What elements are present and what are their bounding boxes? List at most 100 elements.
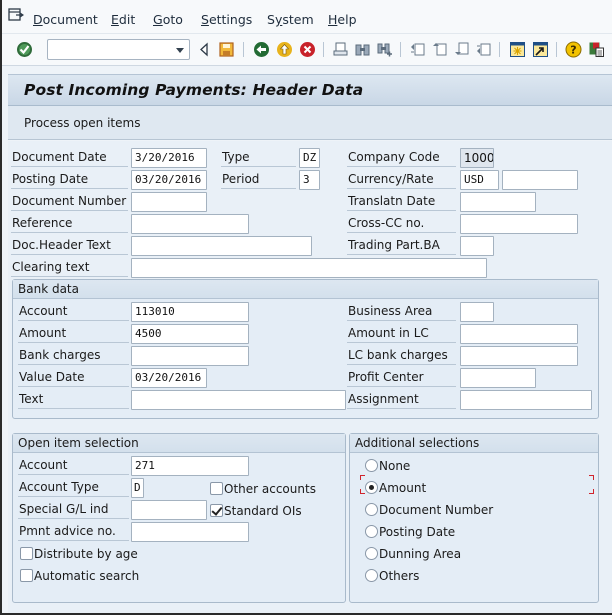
application-toolbar: Process open items	[8, 106, 612, 140]
radio-document-number[interactable]	[365, 503, 378, 516]
screen-title-bar: Post Incoming Payments: Header Data	[8, 74, 612, 106]
type-field[interactable]: DZ	[299, 148, 320, 168]
posting-date-label: Posting Date	[11, 169, 128, 189]
document-date-label: Document Date	[11, 147, 128, 167]
document-number-label: Document Number	[11, 191, 128, 211]
trading-part-ba-field[interactable]	[460, 236, 494, 256]
enter-icon[interactable]	[16, 41, 33, 58]
menu-bar: Document Edit Goto Settings System Help	[2, 0, 612, 34]
command-input[interactable]	[51, 40, 171, 59]
process-open-items-button[interactable]: Process open items	[24, 116, 140, 130]
svg-text:?: ?	[570, 44, 576, 57]
radio-amount-label: Amount	[379, 481, 427, 495]
oi-account-field[interactable]: 271	[131, 456, 249, 476]
menu-goto[interactable]: Goto	[153, 12, 183, 27]
menu-help[interactable]: Help	[328, 12, 357, 27]
distribute-by-age-checkbox[interactable]	[20, 547, 33, 560]
last-page-icon[interactable]	[475, 41, 492, 58]
amount-in-lc-label: Amount in LC	[347, 323, 456, 343]
additional-selections-title: Additional selections	[350, 434, 598, 453]
chevron-down-icon[interactable]	[176, 48, 184, 53]
document-number-field[interactable]	[131, 192, 207, 212]
back-arrow-icon[interactable]	[196, 41, 213, 58]
standard-toolbar: ?	[2, 34, 612, 66]
other-accounts-checkbox[interactable]	[210, 482, 223, 495]
bank-charges-field[interactable]	[131, 346, 249, 366]
menu-system[interactable]: System	[267, 12, 314, 27]
focus-marker	[360, 475, 365, 480]
bank-account-field[interactable]: 113010	[131, 302, 249, 322]
currency-field[interactable]: USD	[460, 170, 499, 190]
business-area-field[interactable]	[460, 302, 494, 322]
cancel-icon[interactable]	[299, 41, 316, 58]
system-menu-icon[interactable]	[8, 8, 24, 22]
period-field[interactable]: 3	[299, 170, 320, 190]
doc-header-text-field[interactable]	[131, 236, 312, 256]
amount-label: Amount	[18, 323, 129, 343]
radio-dunning-area[interactable]	[365, 547, 378, 560]
value-date-field[interactable]: 03/20/2016	[131, 368, 207, 388]
new-session-icon[interactable]	[509, 41, 526, 58]
pmnt-advice-no-field[interactable]	[131, 522, 249, 542]
lc-bank-charges-field[interactable]	[460, 346, 578, 366]
menu-document[interactable]: Document	[33, 12, 98, 27]
first-page-icon[interactable]	[409, 41, 426, 58]
account-type-label: Account Type	[18, 477, 129, 497]
find-icon[interactable]	[354, 41, 371, 58]
menu-edit[interactable]: Edit	[111, 12, 135, 27]
text-field[interactable]	[131, 390, 346, 410]
radio-amount[interactable]	[365, 481, 378, 494]
create-shortcut-icon[interactable]	[532, 41, 549, 58]
amount-in-lc-field[interactable]	[460, 324, 578, 344]
exit-icon[interactable]	[276, 41, 293, 58]
save-icon[interactable]	[218, 41, 235, 58]
open-item-selection-title: Open item selection	[13, 434, 345, 453]
bank-account-label: Account	[18, 301, 129, 321]
toolbar-separator	[556, 42, 557, 57]
document-date-field[interactable]: 3/20/2016	[131, 148, 207, 168]
toolbar-separator	[499, 42, 500, 57]
amount-field[interactable]: 4500	[131, 324, 249, 344]
standard-ois-checkbox[interactable]	[210, 504, 223, 517]
distribute-by-age-label: Distribute by age	[34, 547, 138, 561]
assignment-field[interactable]	[460, 390, 592, 410]
automatic-search-checkbox[interactable]	[20, 569, 33, 582]
radio-document-number-label: Document Number	[379, 503, 494, 517]
business-area-label: Business Area	[347, 301, 456, 321]
back-icon[interactable]	[253, 41, 270, 58]
page-title: Post Incoming Payments: Header Data	[24, 81, 364, 99]
focus-marker	[589, 489, 594, 494]
reference-label: Reference	[11, 213, 128, 233]
menu-settings[interactable]: Settings	[201, 12, 252, 27]
automatic-search-label: Automatic search	[34, 569, 140, 583]
radio-dunning-area-label: Dunning Area	[379, 547, 462, 561]
previous-page-icon[interactable]	[431, 41, 448, 58]
posting-date-field[interactable]: 03/20/2016	[131, 170, 207, 190]
value-date-label: Value Date	[18, 367, 129, 387]
profit-center-field[interactable]	[460, 368, 536, 388]
find-next-icon[interactable]	[376, 41, 393, 58]
radio-none-label: None	[379, 459, 411, 473]
toolbar-separator	[243, 42, 244, 57]
translatn-date-field[interactable]	[460, 192, 536, 212]
clearing-text-label: Clearing text	[11, 257, 128, 277]
help-icon[interactable]: ?	[565, 41, 582, 58]
special-gl-ind-field[interactable]	[131, 500, 207, 520]
lc-bank-charges-label: LC bank charges	[347, 345, 456, 365]
customize-layout-icon[interactable]	[588, 41, 605, 58]
account-type-field[interactable]: D	[131, 478, 144, 498]
radio-others[interactable]	[365, 569, 378, 582]
clearing-text-field[interactable]	[131, 258, 487, 278]
reference-field[interactable]	[131, 214, 249, 234]
trading-part-ba-label: Trading Part.BA	[347, 235, 456, 255]
radio-none[interactable]	[365, 459, 378, 472]
toolbar-separator	[323, 42, 324, 57]
pmnt-advice-no-label: Pmnt advice no.	[18, 521, 129, 541]
radio-posting-date[interactable]	[365, 525, 378, 538]
cross-cc-no-field[interactable]	[460, 214, 578, 234]
exchange-rate-field[interactable]	[502, 170, 578, 190]
command-field[interactable]	[47, 39, 190, 60]
next-page-icon[interactable]	[453, 41, 470, 58]
print-icon[interactable]	[332, 41, 349, 58]
company-code-label: Company Code	[347, 147, 456, 167]
